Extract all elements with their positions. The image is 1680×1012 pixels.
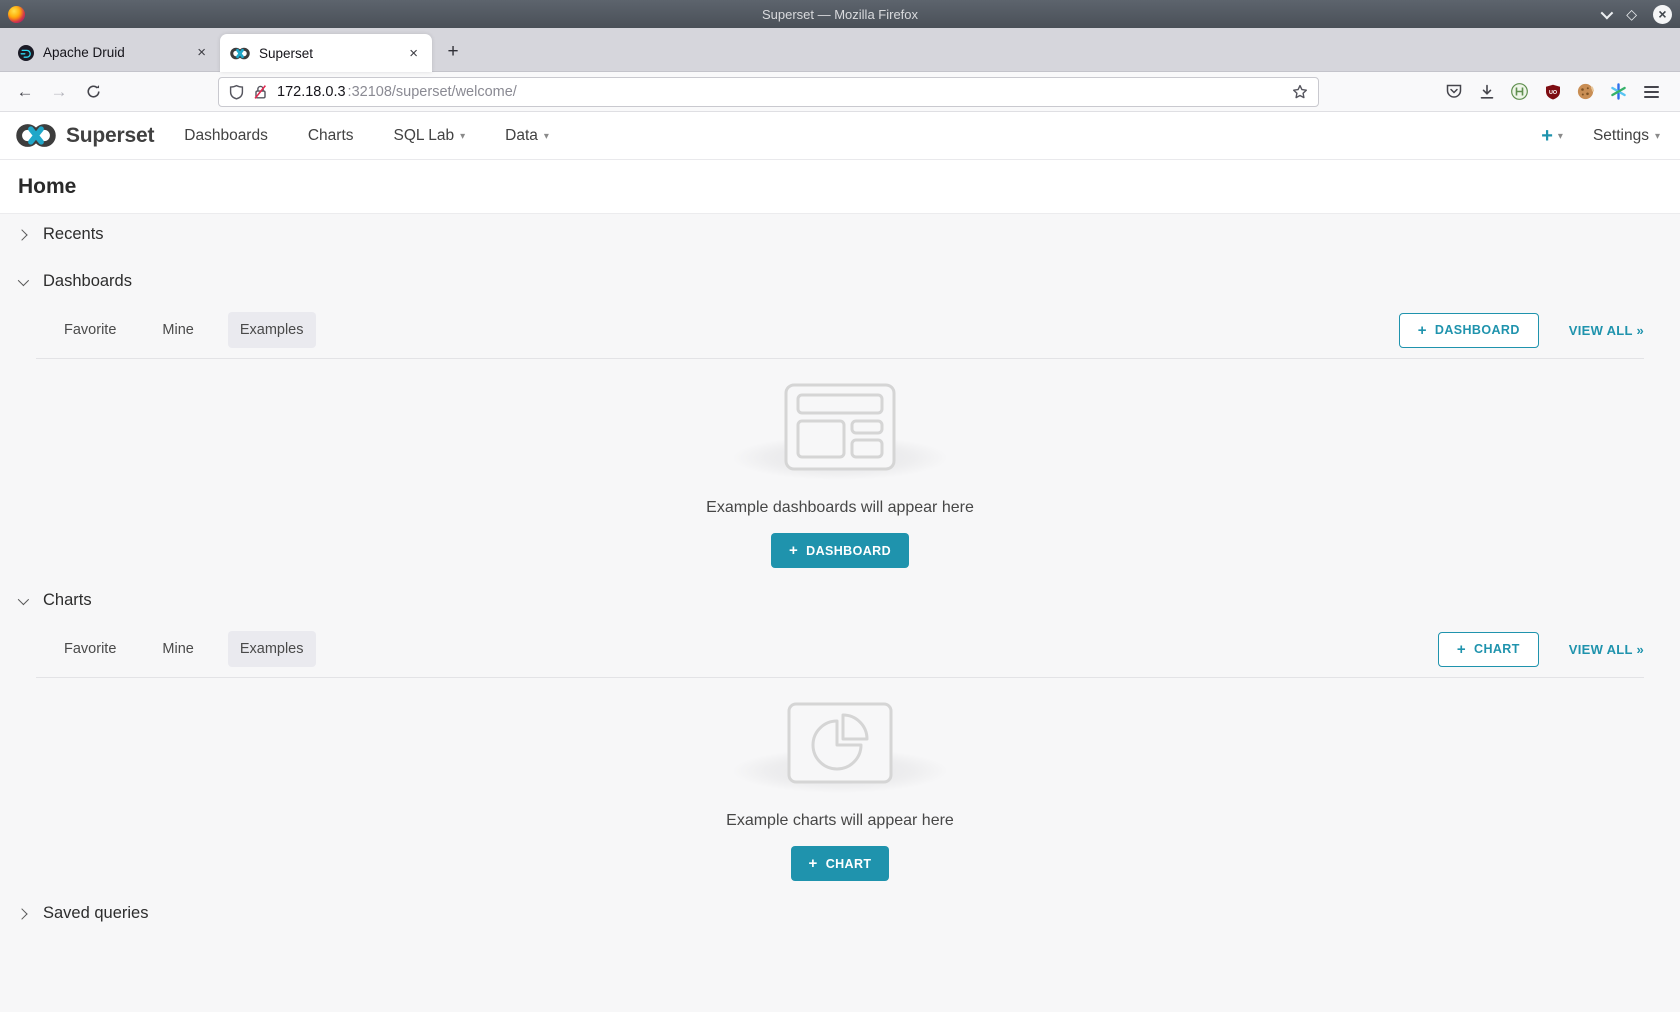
tab-close-icon[interactable]: ×	[193, 42, 210, 63]
nav-item-sql-lab[interactable]: SQL Lab▾	[374, 112, 486, 159]
new-chart-button-primary[interactable]: + CHART	[791, 846, 890, 881]
charts-empty-state: Example charts will appear here + CHART	[0, 678, 1680, 887]
asterisk-extension-icon[interactable]	[1602, 77, 1635, 107]
tab-apache-druid[interactable]: Apache Druid ×	[8, 34, 220, 71]
settings-dropdown[interactable]: Settings ▾	[1593, 127, 1660, 145]
superset-logo[interactable]: Superset	[14, 122, 154, 149]
section-dashboards[interactable]: Dashboards	[0, 261, 1680, 302]
cookie-extension-icon[interactable]	[1569, 77, 1602, 107]
pocket-icon[interactable]	[1437, 77, 1470, 107]
ublock-origin-icon[interactable]: UO	[1536, 77, 1569, 107]
greasemonkey-extension-icon[interactable]	[1503, 77, 1536, 107]
os-titlebar: Superset — Mozilla Firefox ◇ ×	[0, 0, 1680, 28]
view-all-dashboards-link[interactable]: VIEW ALL »	[1569, 323, 1644, 338]
section-label: Charts	[43, 591, 92, 610]
chevron-right-icon	[16, 908, 27, 919]
forward-icon[interactable]: →	[42, 77, 76, 107]
page-title-block: Home	[0, 160, 1680, 214]
tab-mine[interactable]: Mine	[150, 312, 205, 348]
new-dashboard-button[interactable]: + DASHBOARD	[1399, 313, 1539, 348]
page-title: Home	[18, 175, 1662, 199]
caret-down-icon: ▾	[544, 131, 549, 142]
tab-favorite[interactable]: Favorite	[52, 631, 128, 667]
url-host: 172.18.0.3	[277, 84, 346, 100]
caret-down-icon: ▾	[1655, 131, 1660, 142]
caret-down-icon: ▾	[460, 131, 465, 142]
brand-name: Superset	[66, 124, 154, 148]
empty-state-text: Example dashboards will appear here	[706, 499, 974, 517]
tracking-shield-icon[interactable]	[229, 84, 244, 100]
plus-icon: +	[1457, 642, 1466, 657]
window-title: Superset — Mozilla Firefox	[0, 7, 1680, 22]
tab-title: Apache Druid	[43, 45, 184, 60]
section-saved-queries[interactable]: Saved queries	[0, 893, 1680, 934]
reload-icon[interactable]	[76, 77, 110, 107]
chevron-down-icon	[18, 274, 29, 285]
empty-state-text: Example charts will appear here	[726, 812, 954, 830]
tab-superset[interactable]: Superset ×	[220, 34, 432, 72]
superset-navbar: Superset Dashboards Charts SQL Lab▾ Data…	[0, 112, 1680, 160]
section-label: Recents	[43, 225, 104, 244]
empty-chart-icon	[787, 702, 893, 784]
close-icon[interactable]: ×	[1653, 5, 1672, 24]
firefox-window: Superset — Mozilla Firefox ◇ × Apache Dr…	[0, 0, 1680, 1012]
plus-icon: +	[789, 543, 798, 558]
tab-examples[interactable]: Examples	[228, 312, 316, 348]
caret-down-icon: ▾	[1558, 131, 1563, 142]
tab-favorite[interactable]: Favorite	[52, 312, 128, 348]
nav-item-dashboards[interactable]: Dashboards	[164, 112, 288, 159]
back-icon[interactable]: ←	[8, 77, 42, 107]
tab-examples[interactable]: Examples	[228, 631, 316, 667]
nav-item-data[interactable]: Data▾	[485, 112, 569, 159]
section-recents[interactable]: Recents	[0, 214, 1680, 255]
tab-mine[interactable]: Mine	[150, 631, 205, 667]
tab-strip: Apache Druid × Superset × +	[0, 28, 1680, 72]
browser-toolbar: ← → 172.18.0.3:32108/superset/welcome/	[0, 72, 1680, 112]
empty-dashboard-icon	[784, 383, 896, 471]
charts-submenu: Favorite Mine Examples + CHART VIEW ALL …	[36, 621, 1644, 678]
insecure-lock-icon[interactable]	[253, 84, 268, 100]
tab-close-icon[interactable]: ×	[405, 43, 422, 64]
menu-hamburger-icon[interactable]	[1635, 77, 1668, 107]
welcome-page: Home Recents Dashboards Favorite Mine Ex…	[0, 160, 1680, 1012]
svg-text:UO: UO	[1548, 89, 1556, 95]
chevron-right-icon	[16, 229, 27, 240]
plus-icon: +	[1541, 126, 1553, 146]
section-label: Dashboards	[43, 272, 132, 291]
chevron-down-icon	[18, 593, 29, 604]
superset-favicon-icon	[230, 47, 250, 60]
tab-title: Superset	[259, 46, 396, 61]
new-item-dropdown[interactable]: + ▾	[1541, 126, 1563, 146]
plus-icon: +	[809, 856, 818, 871]
new-tab-button[interactable]: +	[438, 37, 468, 67]
minimize-icon[interactable]	[1601, 6, 1614, 19]
bookmark-star-icon[interactable]	[1292, 84, 1308, 100]
maximize-icon[interactable]: ◇	[1626, 7, 1637, 21]
dashboards-submenu: Favorite Mine Examples + DASHBOARD VIEW …	[36, 302, 1644, 359]
section-label: Saved queries	[43, 904, 149, 923]
view-all-charts-link[interactable]: VIEW ALL »	[1569, 642, 1644, 657]
address-bar[interactable]: 172.18.0.3:32108/superset/welcome/	[218, 77, 1319, 107]
url-path: :32108/superset/welcome/	[348, 84, 517, 100]
nav-item-charts[interactable]: Charts	[288, 112, 374, 159]
firefox-icon	[8, 6, 25, 23]
new-dashboard-button-primary[interactable]: + DASHBOARD	[771, 533, 909, 568]
superset-infinity-icon	[14, 122, 58, 149]
downloads-icon[interactable]	[1470, 77, 1503, 107]
druid-favicon-icon	[18, 45, 34, 61]
plus-icon: +	[1418, 323, 1427, 338]
new-chart-button[interactable]: + CHART	[1438, 632, 1539, 667]
dashboards-empty-state: Example dashboards will appear here + DA…	[0, 359, 1680, 574]
section-charts[interactable]: Charts	[0, 580, 1680, 621]
